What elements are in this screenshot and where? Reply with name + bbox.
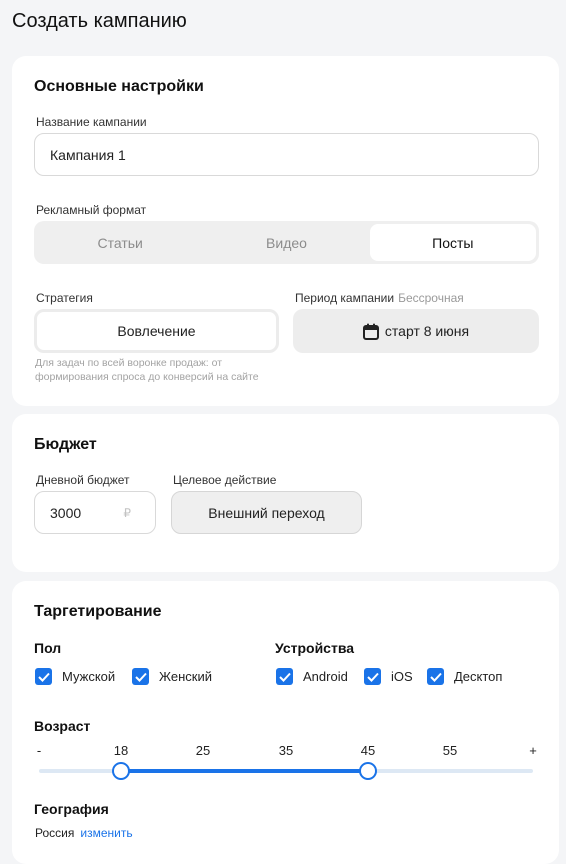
check-icon [134,672,147,682]
age-slider-max-handle[interactable] [359,762,377,780]
geo-row: Россия изменить [35,826,133,840]
female-checkbox[interactable] [132,668,149,685]
ad-format-articles[interactable]: Статьи [37,224,203,261]
strategy-hint: Для задач по всей воронке продаж: от фор… [35,356,285,384]
desktop-label: Десктоп [454,669,503,684]
geo-label: География [34,801,109,817]
period-muted: Бессрочная [398,291,464,305]
ad-format-selector: Статьи Видео Посты [34,221,539,264]
age-tick-45: 45 [360,743,376,758]
target-action-select[interactable]: Внешний переход [171,491,362,534]
period-label: Период кампании Бессрочная [295,291,464,305]
ad-format-label: Рекламный формат [36,203,147,217]
check-icon [366,672,379,682]
male-checkbox[interactable] [35,668,52,685]
daily-budget-value: 3000 [50,504,82,521]
geo-change-link[interactable]: изменить [80,826,132,840]
gender-male[interactable]: Мужской [35,668,115,685]
daily-budget-label: Дневной бюджет [36,473,130,487]
campaign-name-input[interactable]: Кампания 1 [34,133,539,176]
period-value: старт 8 июня [384,323,470,339]
campaign-name-value: Кампания 1 [50,146,126,163]
currency-sign: ₽ [123,505,131,520]
geo-value: Россия [35,826,75,840]
age-slider-range [121,769,368,773]
targeting-title: Таргетирование [34,603,162,620]
daily-budget-input[interactable]: 3000 ₽ [34,491,156,534]
page-title: Создать кампанию [12,10,187,32]
age-tick-18: 18 [113,743,129,758]
gender-label: Пол [34,640,62,656]
strategy-hint-line1: Для задач по всей воронке продаж: от [35,357,223,369]
period-select[interactable]: старт 8 июня [293,309,539,353]
devices-label: Устройства [275,640,355,656]
strategy-label: Стратегия [36,291,93,305]
age-slider-min-handle[interactable] [112,762,130,780]
ios-checkbox[interactable] [364,668,381,685]
ios-label: iOS [391,669,413,684]
budget-card: Бюджет Дневной бюджет 3000 ₽ Целевое дей… [12,414,559,572]
strategy-value: Вовлечение [117,323,196,339]
age-tick-min: - [36,743,42,758]
target-action-value: Внешний переход [208,504,325,521]
gender-female[interactable]: Женский [132,668,212,685]
period-label-text: Период кампании [295,291,395,305]
campaign-name-label: Название кампании [36,115,147,129]
strategy-hint-line2: формирования спроса до конверсий на сайт… [35,371,259,383]
male-label: Мужской [62,669,116,684]
strategy-select[interactable]: Вовлечение [34,309,279,353]
ad-format-posts[interactable]: Посты [369,224,536,261]
android-checkbox[interactable] [276,668,293,685]
target-action-label: Целевое действие [173,473,277,487]
check-icon [37,672,50,682]
age-label: Возраст [34,718,91,734]
female-label: Женский [159,669,212,684]
age-tick-max: + [529,743,537,758]
calendar-icon [362,323,379,340]
create-campaign-page: Создать кампанию Основные настройки Назв… [0,0,566,864]
desktop-checkbox[interactable] [427,668,444,685]
budget-title: Бюджет [34,436,97,453]
ad-format-video[interactable]: Видео [203,224,369,261]
device-desktop[interactable]: Десктоп [427,668,502,685]
basic-settings-title: Основные настройки [34,78,204,95]
age-tick-35: 35 [278,743,294,758]
age-tick-55: 55 [442,743,458,758]
check-icon [278,672,291,682]
age-tick-25: 25 [195,743,211,758]
targeting-card: Таргетирование Пол Мужской Женский Устро… [12,581,559,864]
basic-settings-card: Основные настройки Название кампании Кам… [12,56,559,406]
device-ios[interactable]: iOS [364,668,413,685]
android-label: Android [303,669,348,684]
check-icon [429,672,442,682]
device-android[interactable]: Android [276,668,348,685]
